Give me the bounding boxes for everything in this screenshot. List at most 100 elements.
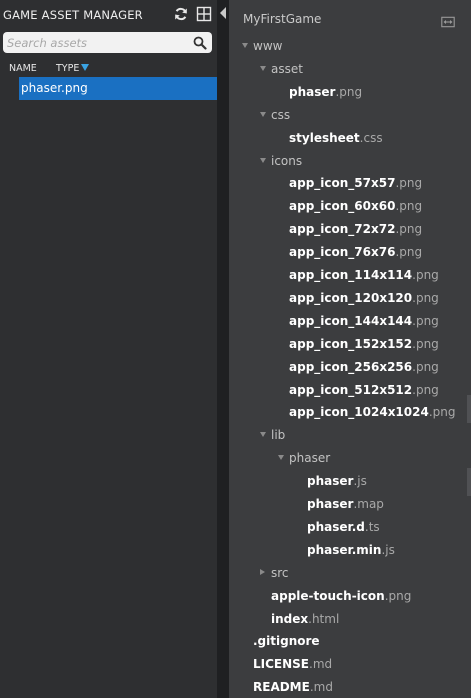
file-extension: .md [309,680,333,695]
tree-folder[interactable]: css [229,106,459,126]
file-label: app_icon_512x512.png [289,383,439,397]
search-icon[interactable] [193,35,207,50]
file-label: phaser.png [289,85,362,99]
file-extension: .png [412,336,439,351]
file-extension: .js [381,542,395,557]
folder-collapsed-icon[interactable] [260,568,265,575]
file-label: app_icon_144x144.png [289,314,439,328]
project-title: MyFirstGame [243,12,322,26]
folder-expanded-icon[interactable] [242,43,248,48]
tree-file[interactable]: phaser.min.js [229,541,459,561]
panel-header: GAME ASSET MANAGER [0,0,217,30]
folder-expanded-icon[interactable] [278,455,284,461]
file-label: app_icon_120x120.png [289,291,439,305]
panel-splitter[interactable] [217,0,229,698]
file-extension: .png [412,268,439,282]
folder-label: src [271,565,289,580]
tree-file[interactable]: app_icon_144x144.png [229,312,459,332]
tree-file[interactable]: phaser.png [229,83,459,103]
file-extension: .md [309,657,333,672]
folder-label: css [271,107,291,122]
file-name: apple-touch-icon [271,588,385,603]
column-header-name[interactable]: NAME [9,63,37,74]
file-name: app_icon_76x76 [289,245,396,260]
file-label: phaser.d.ts [307,520,380,534]
file-label: app_icon_1024x1024.png [289,405,455,419]
tree-file[interactable]: app_icon_76x76.png [229,243,459,263]
file-extension: .png [412,313,439,328]
scroll-edge-mark [467,468,471,496]
file-label: app_icon_76x76.png [289,245,422,259]
tree-folder[interactable]: src [229,564,459,584]
tree-file[interactable]: app_icon_1024x1024.png [229,403,459,423]
file-label: index.html [271,612,339,626]
folder-expanded-icon[interactable] [260,157,266,163]
file-label: phaser.js [307,474,367,488]
tree-file[interactable]: .gitignore [229,632,459,652]
tree-file[interactable]: app_icon_512x512.png [229,381,459,401]
file-label: .gitignore [253,634,320,648]
file-extension: .css [359,130,383,145]
tree-file[interactable]: app_icon_72x72.png [229,220,459,240]
file-name: phaser [307,474,354,489]
file-label: app_icon_256x256.png [289,360,439,374]
asset-manager-panel: GAME ASSET MANAGER NAME TYP [0,0,217,698]
tree-folder[interactable]: phaser [229,449,459,469]
collapse-panel-icon[interactable] [219,4,227,19]
folder-label: phaser [289,451,331,466]
tree-folder[interactable]: asset [229,60,459,80]
file-label: phaser.min.js [307,543,395,557]
folder-expanded-icon[interactable] [260,65,266,71]
tree-folder[interactable]: icons [229,152,459,172]
collapse-all-icon[interactable] [441,13,455,28]
file-name: phaser [307,497,354,511]
refresh-icon[interactable] [173,6,189,22]
tree-file[interactable]: stylesheet.css [229,129,459,149]
file-extension: .png [395,245,423,260]
tree-file[interactable]: LICENSE.md [229,655,459,675]
file-label: app_icon_152x152.png [289,337,439,351]
asset-list-item[interactable]: phaser.png [19,77,217,100]
tree-file[interactable]: phaser.d.ts [229,518,459,538]
tree-file[interactable]: README.md [229,678,459,698]
file-label: app_icon_72x72.png [289,222,422,236]
file-extension: .html [308,611,340,626]
project-tree-panel: MyFirstGame www asset phaser.png css stylesh… [229,0,471,698]
file-extension: .png [412,290,439,305]
tree-file[interactable]: app_icon_114x114.png [229,266,459,286]
search-input[interactable] [7,34,187,51]
folder-expanded-icon[interactable] [260,432,266,438]
file-name: index [271,611,309,626]
tree-file[interactable]: app_icon_120x120.png [229,289,459,309]
file-name: app_icon_114x114 [289,268,413,282]
tree-folder[interactable]: www [229,37,459,57]
panel-layout-icon[interactable] [196,6,212,22]
tree-file[interactable]: phaser.js [229,472,459,492]
file-name: LICENSE [253,657,309,672]
file-label: apple-touch-icon.png [271,589,411,603]
tree-file[interactable]: phaser.map [229,495,459,515]
file-extension: .png [428,405,456,420]
file-name: app_icon_1024x1024 [289,405,429,420]
file-name: phaser.d [307,519,365,534]
column-header-type[interactable]: TYPE [56,63,90,74]
folder-label: icons [271,153,303,168]
file-label: LICENSE.md [253,657,332,671]
tree-file[interactable]: app_icon_256x256.png [229,358,459,378]
file-extension: .png [384,588,412,603]
file-label: phaser.map [307,497,384,511]
tree-file[interactable]: apple-touch-icon.png [229,587,459,607]
folder-expanded-icon[interactable] [260,111,266,117]
tree-folder[interactable]: lib [229,426,459,446]
file-extension: .map [353,497,384,511]
file-name: phaser [289,84,336,99]
tree-file[interactable]: app_icon_57x57.png [229,174,459,194]
file-name: app_icon_72x72 [289,222,396,237]
file-name: app_icon_120x120 [289,290,413,305]
file-name: stylesheet [289,130,360,145]
tree-file[interactable]: index.html [229,610,459,630]
tree-file[interactable]: app_icon_152x152.png [229,335,459,355]
asset-label: phaser.png [21,81,88,95]
file-extension: .js [353,474,367,489]
tree-file[interactable]: app_icon_60x60.png [229,197,459,217]
